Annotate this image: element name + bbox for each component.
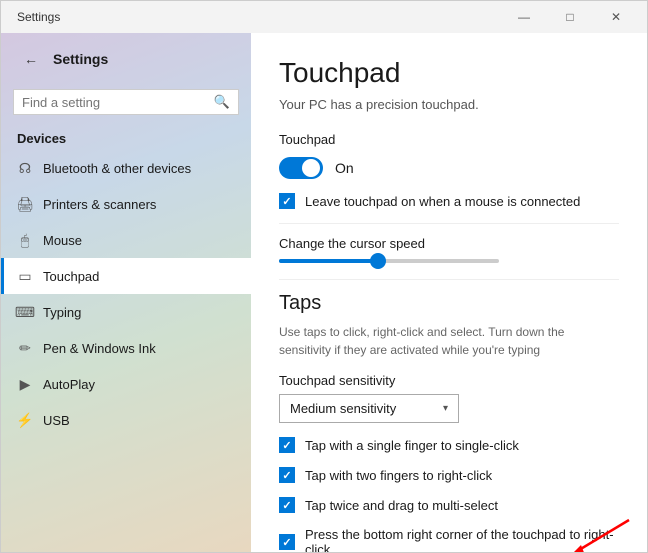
touchpad-icon: ▭: [17, 268, 33, 284]
leave-touchpad-label: Leave touchpad on when a mouse is connec…: [305, 194, 580, 209]
search-input[interactable]: [22, 95, 208, 110]
toggle-on-label: On: [335, 160, 354, 176]
bluetooth-icon: ☊: [17, 160, 33, 176]
two-finger-row: Tap with two fingers to right-click: [279, 467, 619, 483]
sidebar-item-bluetooth[interactable]: ☊ Bluetooth & other devices: [1, 150, 251, 186]
sidebar-header: ← Settings: [1, 33, 251, 85]
printers-icon: 🖨: [17, 196, 33, 212]
sensitivity-row: Touchpad sensitivity Medium sensitivity …: [279, 373, 619, 423]
sidebar-item-label-printers: Printers & scanners: [43, 197, 156, 212]
sidebar-item-touchpad[interactable]: ▭ Touchpad: [1, 258, 251, 294]
divider-1: [279, 223, 619, 224]
title-bar: Settings — □ ✕: [1, 1, 647, 33]
taps-title: Taps: [279, 292, 619, 315]
page-title: Touchpad: [279, 57, 619, 89]
sidebar-item-typing[interactable]: ⌨ Typing: [1, 294, 251, 330]
sidebar-title: Settings: [53, 51, 108, 67]
touchpad-section-label: Touchpad: [279, 132, 619, 147]
sidebar-item-label-pen: Pen & Windows Ink: [43, 341, 156, 356]
sidebar-item-label-typing: Typing: [43, 305, 81, 320]
sensitivity-value: Medium sensitivity: [290, 401, 396, 416]
single-tap-row: Tap with a single finger to single-click: [279, 437, 619, 453]
main-panel: Touchpad Your PC has a precision touchpa…: [251, 33, 647, 552]
leave-touchpad-checkbox[interactable]: [279, 193, 295, 209]
window-title: Settings: [9, 10, 501, 24]
page-subtitle: Your PC has a precision touchpad.: [279, 97, 619, 112]
corner-press-checkbox[interactable]: [279, 534, 295, 550]
single-tap-label: Tap with a single finger to single-click: [305, 438, 519, 453]
sidebar-item-usb[interactable]: ⚡ USB: [1, 402, 251, 438]
sidebar-item-label-autoplay: AutoPlay: [43, 377, 95, 392]
autoplay-icon: ▶: [17, 376, 33, 392]
window-controls: — □ ✕: [501, 1, 639, 33]
sidebar-item-label-touchpad: Touchpad: [43, 269, 99, 284]
search-box[interactable]: 🔍: [13, 89, 239, 115]
red-arrow-annotation: [559, 515, 639, 552]
sidebar-section-label: Devices: [1, 123, 251, 150]
typing-icon: ⌨: [17, 304, 33, 320]
sidebar: ← Settings 🔍 Devices ☊ Bluetooth & other…: [1, 33, 251, 552]
minimize-button[interactable]: —: [501, 1, 547, 33]
back-button[interactable]: ←: [17, 45, 45, 73]
pen-icon: ✏: [17, 340, 33, 356]
mouse-icon: 🖱: [17, 232, 33, 248]
close-button[interactable]: ✕: [593, 1, 639, 33]
maximize-button[interactable]: □: [547, 1, 593, 33]
single-tap-checkbox[interactable]: [279, 437, 295, 453]
sidebar-item-autoplay[interactable]: ▶ AutoPlay: [1, 366, 251, 402]
two-finger-label: Tap with two fingers to right-click: [305, 468, 492, 483]
tap-twice-label: Tap twice and drag to multi-select: [305, 498, 498, 513]
corner-press-row: Press the bottom right corner of the tou…: [279, 527, 619, 552]
slider-fill: [279, 259, 378, 263]
touchpad-toggle-row: On: [279, 157, 619, 179]
main-content: ← Settings 🔍 Devices ☊ Bluetooth & other…: [1, 33, 647, 552]
touchpad-toggle[interactable]: [279, 157, 323, 179]
cursor-speed-slider-track[interactable]: [279, 259, 499, 263]
settings-window: Settings — □ ✕ ← Settings 🔍 Devices ☊ Bl…: [0, 0, 648, 553]
tap-twice-checkbox[interactable]: [279, 497, 295, 513]
divider-2: [279, 279, 619, 280]
sensitivity-label: Touchpad sensitivity: [279, 373, 619, 388]
cursor-speed-label: Change the cursor speed: [279, 236, 619, 251]
slider-thumb[interactable]: [370, 253, 386, 269]
sidebar-item-label-usb: USB: [43, 413, 70, 428]
sensitivity-dropdown[interactable]: Medium sensitivity ▾: [279, 394, 459, 423]
sidebar-item-label-bluetooth: Bluetooth & other devices: [43, 161, 191, 176]
sidebar-item-label-mouse: Mouse: [43, 233, 82, 248]
sidebar-item-printers[interactable]: 🖨 Printers & scanners: [1, 186, 251, 222]
usb-icon: ⚡: [17, 412, 33, 428]
dropdown-arrow-icon: ▾: [443, 403, 448, 414]
taps-description: Use taps to click, right-click and selec…: [279, 323, 619, 359]
cursor-speed-section: Change the cursor speed: [279, 236, 619, 263]
search-icon: 🔍: [214, 94, 230, 110]
sidebar-item-pen[interactable]: ✏ Pen & Windows Ink: [1, 330, 251, 366]
sidebar-item-mouse[interactable]: 🖱 Mouse: [1, 222, 251, 258]
tap-twice-row: Tap twice and drag to multi-select: [279, 497, 619, 513]
leave-touchpad-row: Leave touchpad on when a mouse is connec…: [279, 193, 619, 209]
two-finger-checkbox[interactable]: [279, 467, 295, 483]
